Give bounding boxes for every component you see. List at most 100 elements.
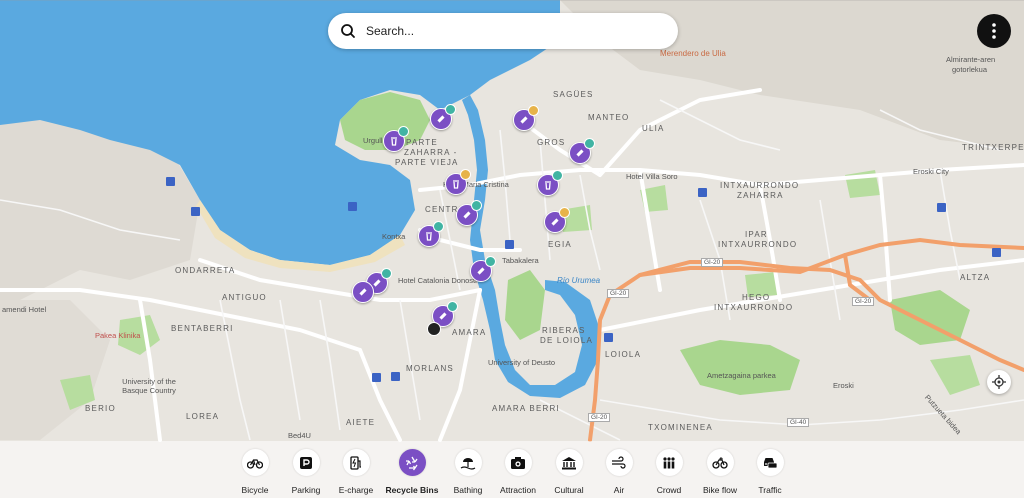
map-label: AIETE: [346, 418, 376, 427]
recycle-bin-pin[interactable]: [352, 281, 374, 303]
category-label: Bike flow: [702, 485, 737, 495]
map-label: ALTZA: [960, 273, 991, 282]
category-label: Crowd: [656, 485, 682, 495]
search-input[interactable]: [364, 23, 658, 39]
map-label: amendi Hotel: [2, 305, 47, 314]
current-location-marker: [427, 322, 441, 336]
map-label: MANTEO: [588, 113, 630, 122]
more-options-button[interactable]: [977, 14, 1011, 48]
map-label: INTXAURRONDO: [718, 240, 798, 249]
category-bike-flow[interactable]: Bike flow: [692, 449, 748, 495]
road-shield: GI-20: [701, 258, 724, 267]
map-label: Eroski City: [913, 167, 949, 176]
battery-icon: [359, 288, 367, 296]
recycle-bin-pin[interactable]: [445, 169, 471, 195]
recycle-bin-pin[interactable]: [569, 138, 595, 164]
category-bathing[interactable]: Bathing: [440, 449, 496, 495]
bus-stop-icon[interactable]: [937, 203, 946, 212]
status-ok-badge: [433, 221, 444, 232]
map-label: BENTABERRI: [171, 324, 234, 333]
map-label: Urgull: [363, 136, 383, 145]
bus-stop-icon[interactable]: [166, 177, 175, 186]
more-vertical-icon: [992, 23, 996, 39]
traffic-icon: [764, 457, 778, 468]
status-ok-badge: [445, 104, 456, 115]
battery-icon: [463, 211, 471, 219]
map-canvas[interactable]: [0, 0, 1024, 498]
category-traffic[interactable]: Traffic: [742, 449, 798, 495]
map-label: HEGO: [742, 293, 771, 302]
map-label: Hotel Villa Soro: [626, 172, 678, 181]
crosshair-icon: [992, 375, 1006, 389]
category-label: Bathing: [453, 485, 483, 495]
bike-flow-icon: [712, 456, 728, 469]
category-label: Air: [613, 485, 625, 495]
category-recycle-bins[interactable]: Recycle Bins: [384, 449, 440, 495]
status-ok-badge: [398, 126, 409, 137]
category-parking[interactable]: Parking: [278, 449, 334, 495]
status-ok-badge: [447, 301, 458, 312]
recycle-bin-pin[interactable]: [470, 256, 496, 282]
map-label: University of the Basque Country: [122, 377, 176, 395]
bin-icon: [391, 137, 397, 146]
recycle-bin-pin[interactable]: [544, 207, 570, 233]
map-label: Merendero de Ulia: [660, 49, 726, 58]
category-label: Recycle Bins: [385, 485, 439, 495]
category-air[interactable]: Air: [591, 449, 647, 495]
status-ok-badge: [485, 256, 496, 267]
map-label: EGIA: [548, 240, 572, 249]
category-bicycle[interactable]: Bicycle: [227, 449, 283, 495]
map-label: INTXAURRONDO: [714, 303, 794, 312]
search-icon: [341, 24, 355, 38]
recycle-bin-pin[interactable]: [418, 221, 444, 247]
category-attraction[interactable]: Attraction: [490, 449, 546, 495]
map-label: INTXAURRONDO: [720, 181, 800, 190]
map-label: AMARA BERRI: [492, 404, 560, 413]
map-label: LOREA: [186, 412, 220, 421]
bicycle-icon: [247, 458, 263, 469]
map-label: Eroski: [833, 381, 854, 390]
map-label: AMARA: [452, 328, 487, 337]
map-label: TXOMINENEA: [648, 423, 713, 432]
status-ok-badge: [381, 268, 392, 279]
battery-icon: [477, 267, 485, 275]
search-bar[interactable]: [328, 13, 678, 49]
map-label: ZAHARRA -: [404, 148, 458, 157]
bus-stop-icon[interactable]: [698, 188, 707, 197]
status-ok-badge: [552, 170, 563, 181]
recycle-bin-pin[interactable]: [456, 200, 482, 226]
parking-icon: [300, 456, 312, 469]
bus-stop-icon[interactable]: [992, 248, 1001, 257]
charging-station-icon: [350, 455, 361, 470]
map-label: TRINTXERPE: [962, 143, 1024, 152]
map-label: BERIO: [85, 404, 116, 413]
map-label: LOIOLA: [605, 350, 642, 359]
recycle-bin-pin[interactable]: [383, 126, 409, 152]
category-label: Bicycle: [241, 485, 269, 495]
camera-icon: [511, 456, 525, 469]
recycle-bin-pin[interactable]: [430, 104, 456, 130]
map-label: gotorlekua: [952, 65, 988, 74]
bus-stop-icon[interactable]: [191, 207, 200, 216]
locate-me-button[interactable]: [987, 370, 1011, 394]
bus-stop-icon[interactable]: [391, 372, 400, 381]
map-label: Kontxa: [382, 232, 406, 241]
category-label: E-charge: [338, 485, 374, 495]
bus-stop-icon[interactable]: [505, 240, 514, 249]
map-label: RIBERAS: [542, 326, 586, 335]
map-label: MORLANS: [406, 364, 454, 373]
status-warn-badge: [460, 169, 471, 180]
category-crowd[interactable]: Crowd: [641, 449, 697, 495]
bus-stop-icon[interactable]: [348, 202, 357, 211]
category-cultural[interactable]: Cultural: [541, 449, 597, 495]
bus-stop-icon[interactable]: [604, 333, 613, 342]
wind-icon: [612, 455, 626, 469]
bus-stop-icon[interactable]: [372, 373, 381, 382]
battery-icon: [439, 312, 447, 320]
category-e-charge[interactable]: E-charge: [328, 449, 384, 495]
map-label: Ametzagaina parkea: [707, 371, 776, 380]
battery-icon: [373, 279, 381, 287]
recycle-bin-pin[interactable]: [537, 170, 563, 196]
recycle-bin-pin[interactable]: [513, 105, 539, 131]
recycle-icon: [406, 456, 418, 470]
